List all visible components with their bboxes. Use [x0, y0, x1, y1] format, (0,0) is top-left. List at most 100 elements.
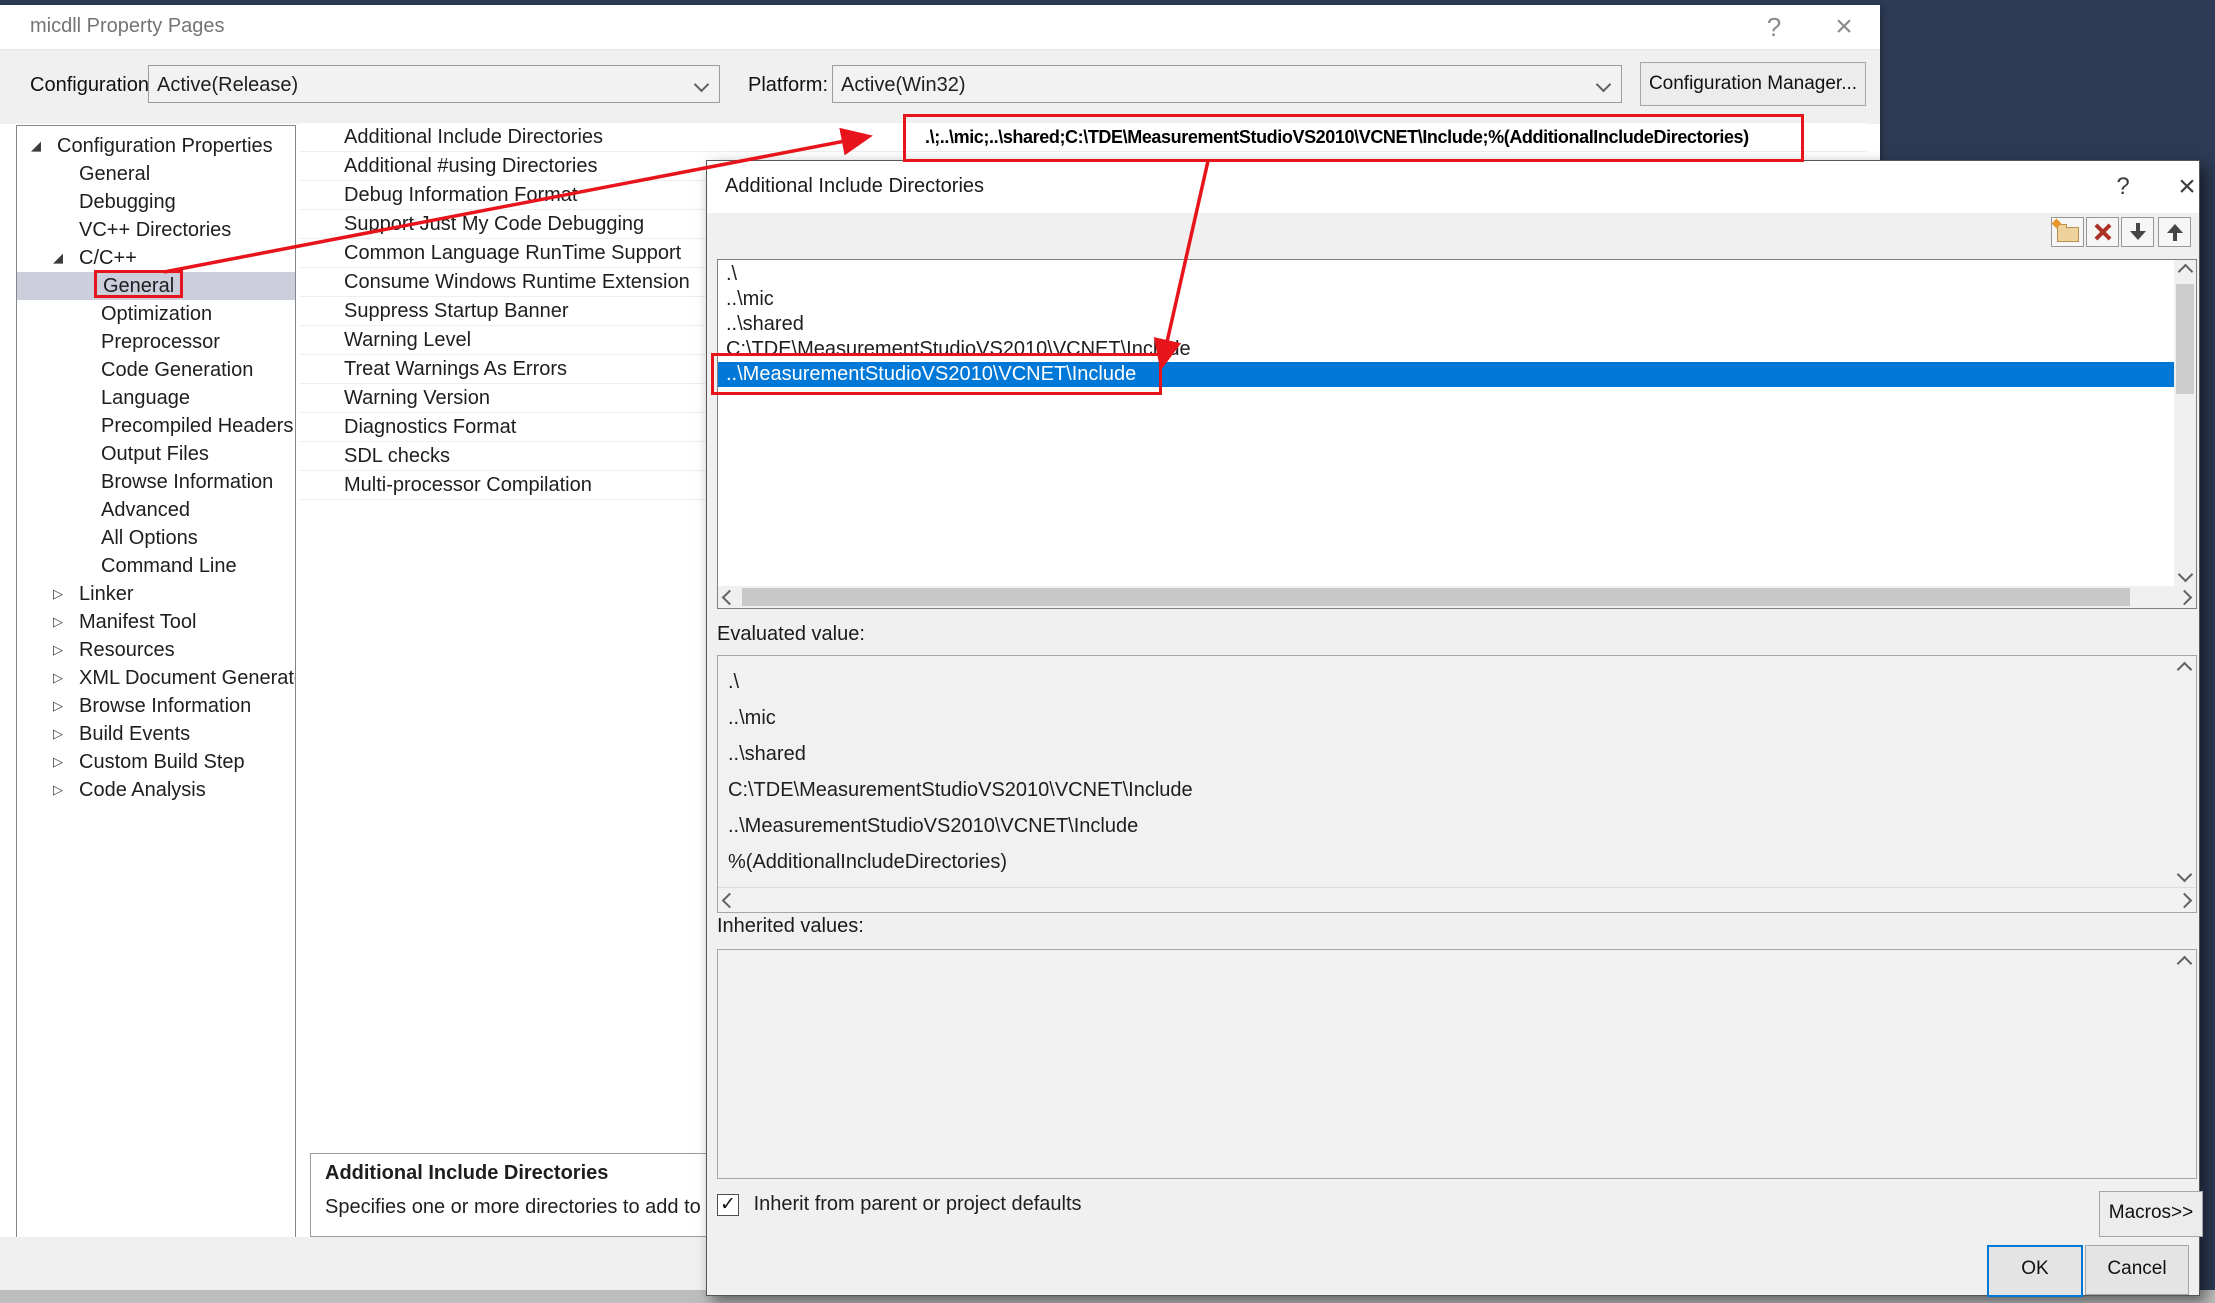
property-value[interactable]: .\;..\mic;..\shared;C:\TDE\MeasurementSt…: [925, 123, 1749, 151]
tree-item-advanced[interactable]: Advanced: [17, 496, 295, 524]
scroll-left-icon[interactable]: [722, 590, 738, 606]
delete-x-icon: [2093, 222, 2113, 242]
tree-item-browse-information[interactable]: ▷Browse Information: [17, 692, 295, 720]
property-name: Support Just My Code Debugging: [344, 213, 644, 235]
tree-expanded-icon[interactable]: ◢: [31, 132, 57, 160]
tree-item-label: Code Generation: [101, 359, 253, 381]
tree-item-code-generation[interactable]: Code Generation: [17, 356, 295, 384]
additional-include-directories-dialog: Additional Include Directories ? × .\..\…: [706, 160, 2200, 1296]
tree-item-general[interactable]: General: [17, 160, 295, 188]
property-name: SDL checks: [344, 445, 450, 467]
property-description-text: Specifies one or more directories to add…: [325, 1196, 755, 1219]
list-item-mic[interactable]: ..\mic: [718, 287, 2174, 312]
tree-item-build-events[interactable]: ▷Build Events: [17, 720, 295, 748]
platform-select[interactable]: Active(Win32): [832, 65, 1622, 103]
horizontal-scrollbar[interactable]: [718, 586, 2196, 608]
scrollbar-thumb[interactable]: [2176, 284, 2194, 394]
tree-item-debugging[interactable]: Debugging: [17, 188, 295, 216]
inherit-checkbox[interactable]: ✓: [717, 1194, 739, 1216]
ok-button[interactable]: OK: [1987, 1245, 2083, 1297]
scroll-up-icon[interactable]: [2177, 956, 2193, 972]
tree-item-all-options[interactable]: All Options: [17, 524, 295, 552]
tree-item-browse-information[interactable]: Browse Information: [17, 468, 295, 496]
tree-item-precompiled-headers[interactable]: Precompiled Headers: [17, 412, 295, 440]
list-item-measurementstudiovs2010-vcnet-include[interactable]: ..\MeasurementStudioVS2010\VCNET\Include: [718, 362, 2174, 387]
scroll-right-icon[interactable]: [2177, 590, 2193, 606]
dialog-help-button[interactable]: ?: [2101, 169, 2145, 205]
property-name: Warning Level: [344, 329, 471, 351]
tree-item-xml-document-generator[interactable]: ▷XML Document Generator: [17, 664, 295, 692]
tree-item-label: Debugging: [79, 191, 176, 213]
platform-label: Platform:: [748, 74, 828, 97]
help-button[interactable]: ?: [1752, 11, 1796, 43]
tree-item-resources[interactable]: ▷Resources: [17, 636, 295, 664]
tree-item-vc-directories[interactable]: VC++ Directories: [17, 216, 295, 244]
tree-item-label: VC++ Directories: [79, 219, 231, 241]
tree-item-c-c[interactable]: ◢C/C++: [17, 244, 295, 272]
dialog-close-button[interactable]: ×: [2165, 169, 2209, 205]
tree-item-output-files[interactable]: Output Files: [17, 440, 295, 468]
move-down-button[interactable]: [2121, 217, 2154, 247]
dialog-titlebar: Additional Include Directories ? ×: [707, 161, 2199, 213]
inherited-values-box: [717, 949, 2197, 1179]
tree-item-label: Preprocessor: [101, 331, 220, 353]
list-item-shared[interactable]: ..\shared: [718, 312, 2174, 337]
list-item-[interactable]: .\: [718, 262, 2174, 287]
scroll-left-icon[interactable]: [722, 893, 738, 909]
tree-item-custom-build-step[interactable]: ▷Custom Build Step: [17, 748, 295, 776]
property-row-additional-include-directories[interactable]: Additional Include Directories.\;..\mic;…: [300, 123, 1866, 152]
tree-collapsed-icon[interactable]: ▷: [53, 580, 79, 608]
delete-button[interactable]: [2086, 217, 2119, 247]
tree-collapsed-icon[interactable]: ▷: [53, 692, 79, 720]
tree-collapsed-icon[interactable]: ▷: [53, 748, 79, 776]
tree-item-general[interactable]: General: [17, 272, 295, 300]
tree-collapsed-icon[interactable]: ▷: [53, 664, 79, 692]
window-titlebar: micdll Property Pages ? ×: [0, 5, 1880, 49]
inherited-values-label: Inherited values:: [717, 915, 864, 938]
tree-item-code-analysis[interactable]: ▷Code Analysis: [17, 776, 295, 804]
tree-item-optimization[interactable]: Optimization: [17, 300, 295, 328]
tree-item-label: Manifest Tool: [79, 611, 196, 633]
tree-item-label: Language: [101, 387, 190, 409]
property-name: Multi-processor Compilation: [344, 474, 592, 496]
tree-item-command-line[interactable]: Command Line: [17, 552, 295, 580]
evaluated-value-line: C:\TDE\MeasurementStudioVS2010\VCNET\Inc…: [728, 772, 2166, 808]
tree-item-label: Configuration Properties: [57, 135, 273, 157]
cancel-button[interactable]: Cancel: [2085, 1245, 2189, 1295]
platform-value: Active(Win32): [841, 74, 965, 96]
list-item-c-tde-measurementstudiovs2010-vcnet-include[interactable]: C:\TDE\MeasurementStudioVS2010\VCNET\Inc…: [718, 337, 2174, 362]
tree-item-label: Output Files: [101, 443, 209, 465]
tree-item-configuration-properties[interactable]: ◢Configuration Properties: [17, 132, 295, 160]
tree-item-language[interactable]: Language: [17, 384, 295, 412]
evaluated-value-line: %(AdditionalIncludeDirectories): [728, 844, 2166, 880]
tree-item-label: Advanced: [101, 499, 190, 521]
horizontal-scrollbar[interactable]: [718, 887, 2196, 912]
tree-collapsed-icon[interactable]: ▷: [53, 720, 79, 748]
evaluated-value-box: .\..\mic..\sharedC:\TDE\MeasurementStudi…: [717, 655, 2197, 913]
scroll-down-icon[interactable]: [2178, 567, 2194, 583]
close-button[interactable]: ×: [1822, 11, 1866, 43]
configuration-tree: ◢Configuration PropertiesGeneralDebuggin…: [16, 125, 296, 1243]
tree-item-linker[interactable]: ▷Linker: [17, 580, 295, 608]
configuration-select[interactable]: Active(Release): [148, 65, 720, 103]
scroll-down-icon[interactable]: [2177, 867, 2193, 883]
tree-item-preprocessor[interactable]: Preprocessor: [17, 328, 295, 356]
tree-collapsed-icon[interactable]: ▷: [53, 776, 79, 804]
directories-list: .\..\mic..\sharedC:\TDE\MeasurementStudi…: [718, 262, 2174, 586]
tree-item-manifest-tool[interactable]: ▷Manifest Tool: [17, 608, 295, 636]
property-name: Treat Warnings As Errors: [344, 358, 567, 380]
tree-collapsed-icon[interactable]: ▷: [53, 608, 79, 636]
tree-collapsed-icon[interactable]: ▷: [53, 636, 79, 664]
scroll-right-icon[interactable]: [2177, 893, 2193, 909]
configuration-manager-button[interactable]: Configuration Manager...: [1640, 62, 1866, 106]
vertical-scrollbar[interactable]: [2174, 260, 2196, 586]
property-name: Diagnostics Format: [344, 416, 516, 438]
scroll-up-icon[interactable]: [2177, 662, 2193, 678]
new-line-button[interactable]: [2051, 217, 2084, 247]
scrollbar-thumb[interactable]: [742, 588, 2130, 606]
tree-expanded-icon[interactable]: ◢: [53, 244, 79, 272]
directories-listbox[interactable]: .\..\mic..\sharedC:\TDE\MeasurementStudi…: [717, 259, 2197, 609]
macros-button[interactable]: Macros>>: [2099, 1191, 2203, 1237]
move-up-button[interactable]: [2158, 217, 2191, 247]
scroll-up-icon[interactable]: [2178, 264, 2194, 280]
